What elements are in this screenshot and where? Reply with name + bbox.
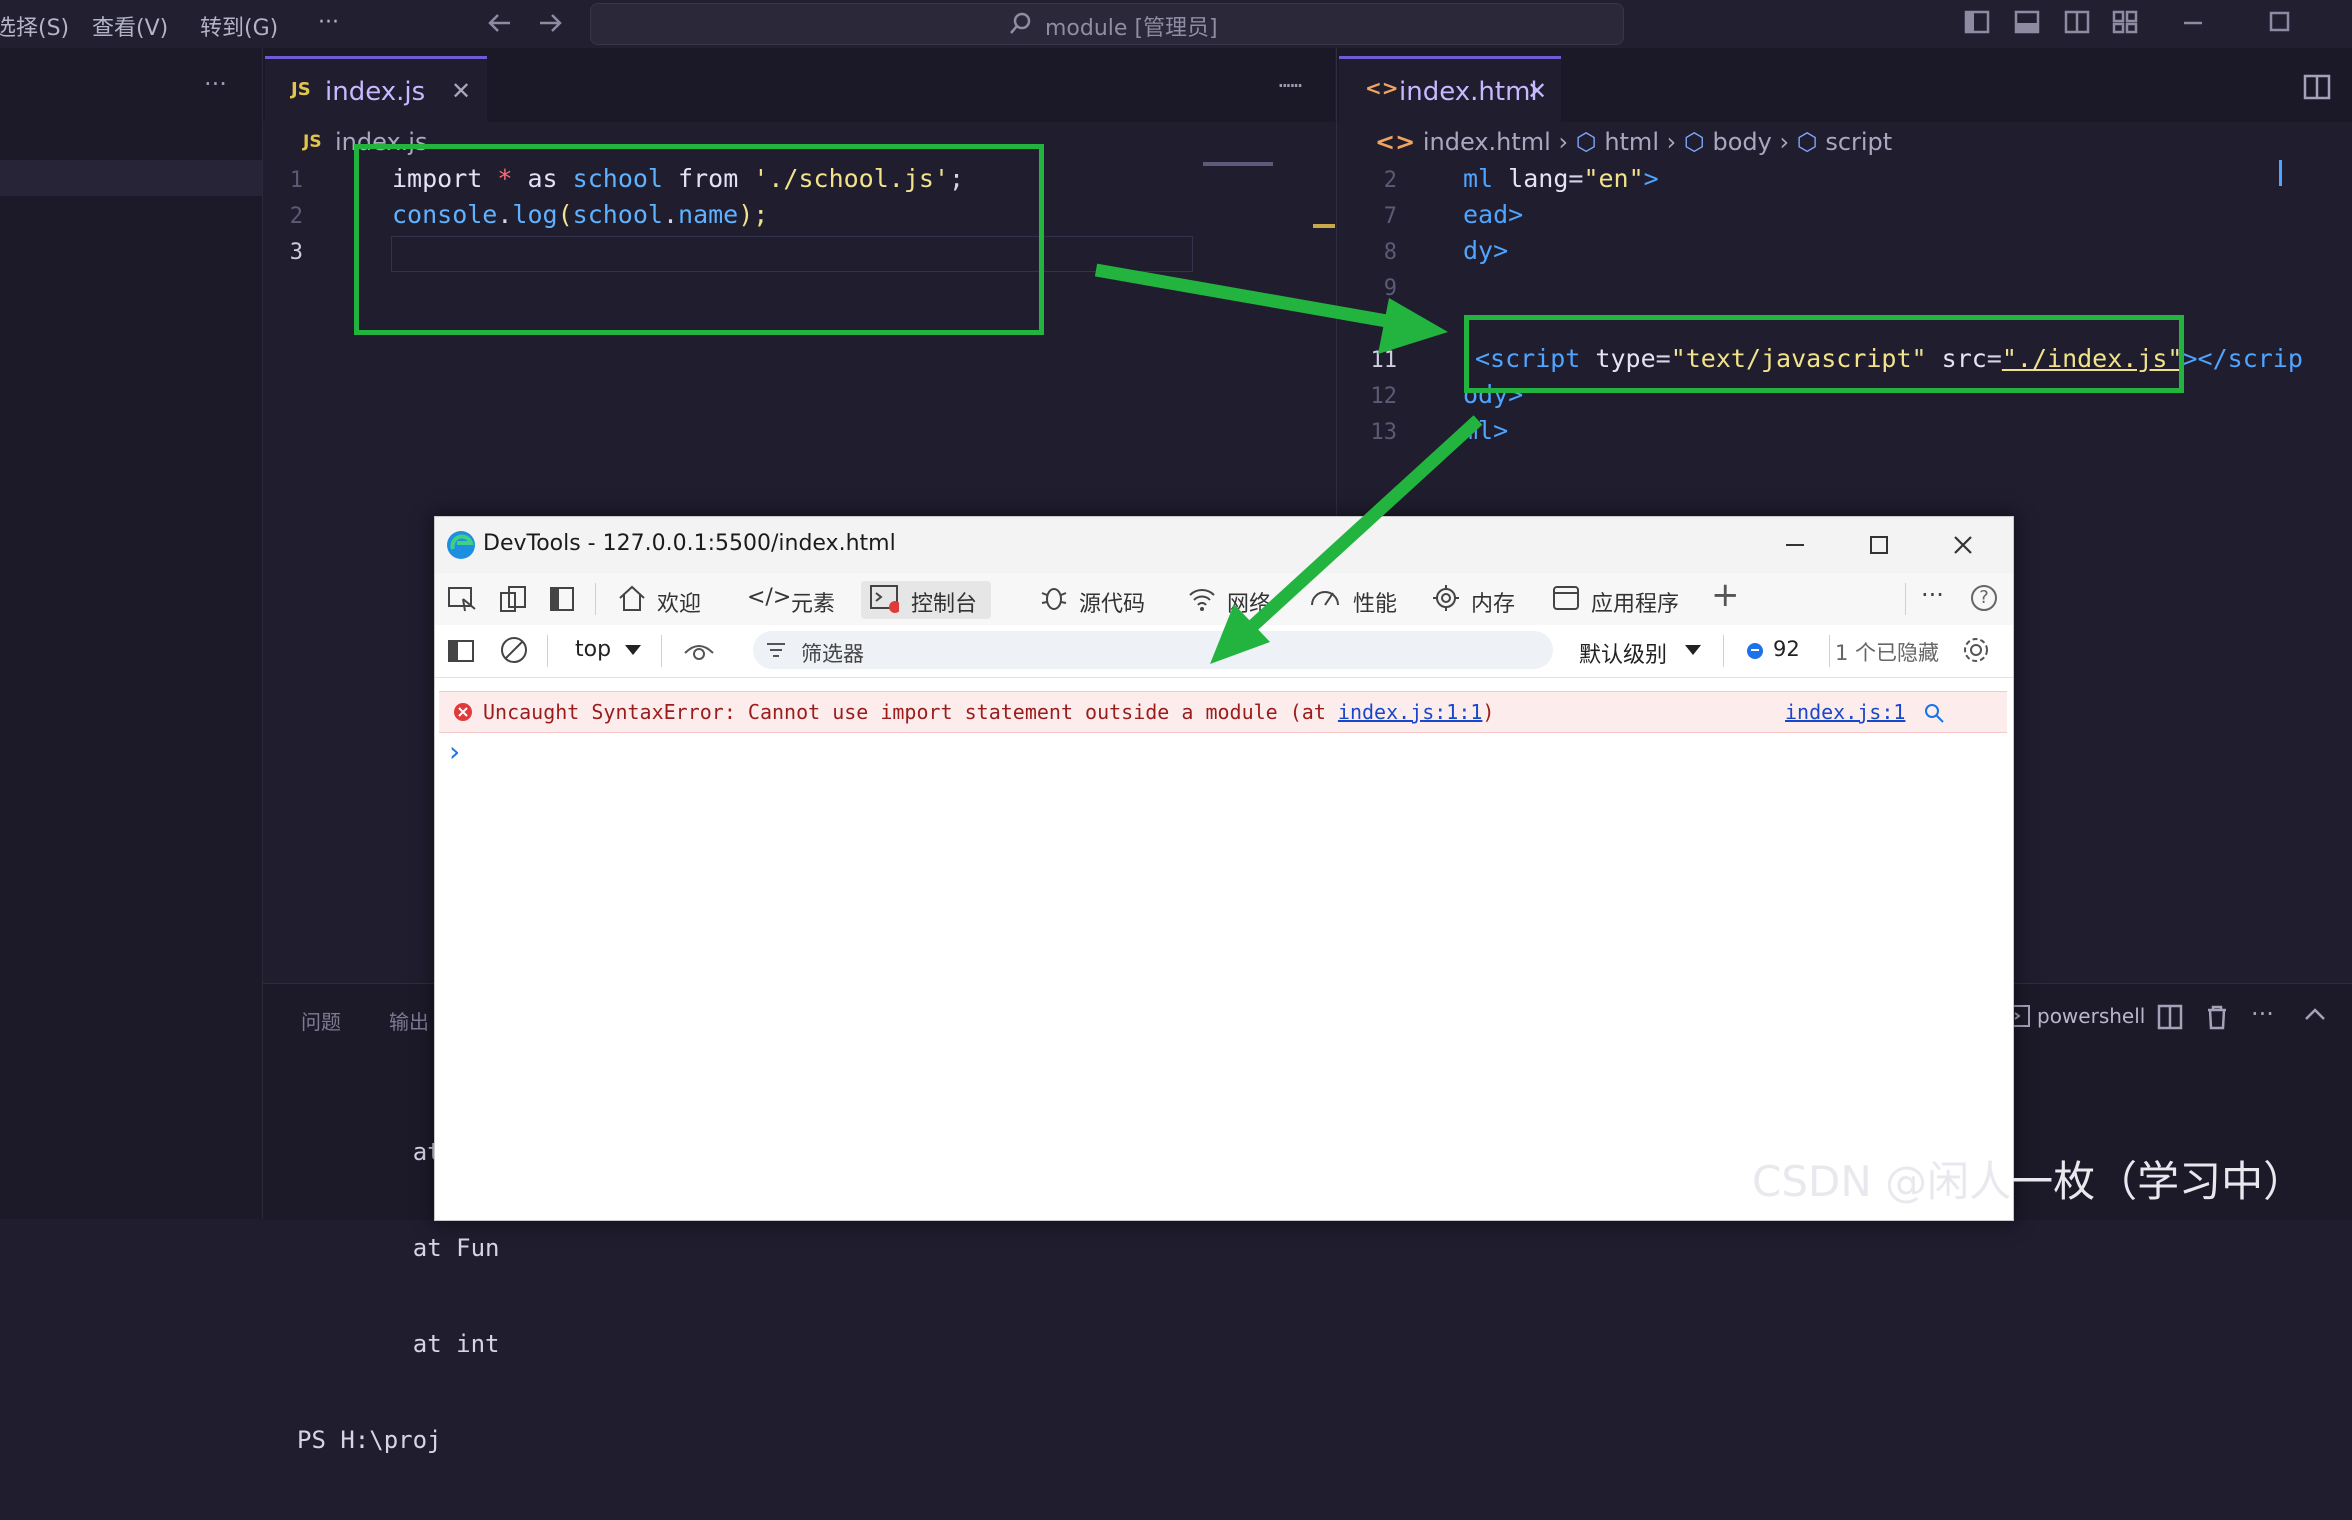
terminal-line: at Fun xyxy=(355,1234,500,1262)
terminal-prompt[interactable]: PS H:\proj xyxy=(297,1424,500,1456)
watermark: CSDN @闲人一枚（学习中） xyxy=(1752,1157,2306,1206)
arrow-to-script xyxy=(1094,263,1400,330)
arrow-to-console xyxy=(1241,415,1483,637)
terminal-line: at int xyxy=(355,1330,500,1358)
annotation-arrows xyxy=(1094,263,1483,664)
arrowhead xyxy=(1378,298,1448,354)
